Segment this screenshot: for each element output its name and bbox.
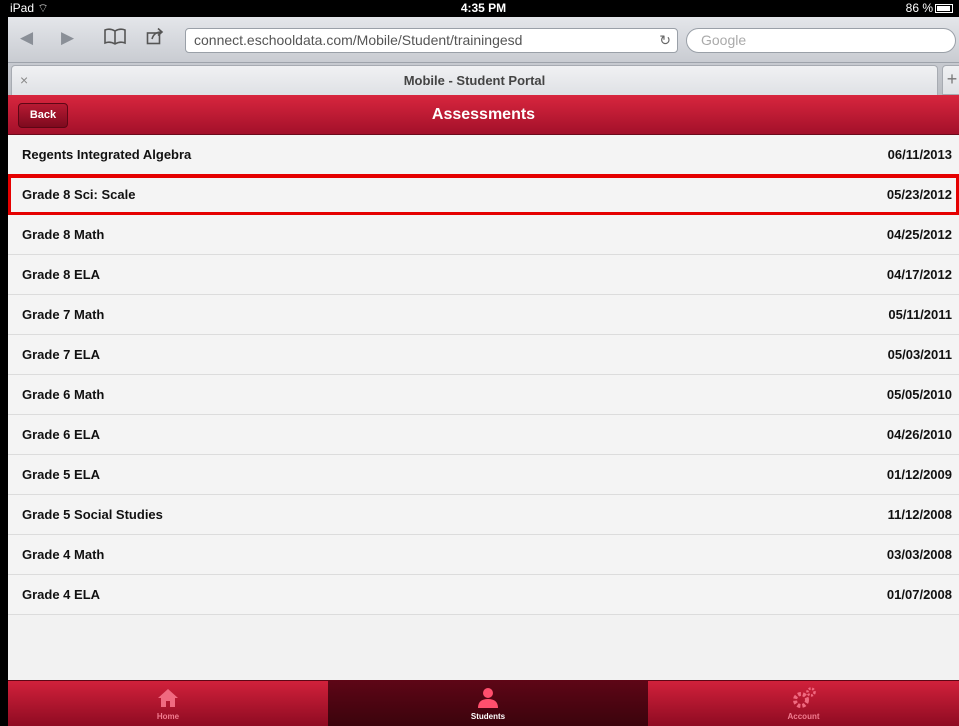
page-header: Assessments Back bbox=[8, 95, 959, 135]
battery-icon bbox=[935, 4, 953, 13]
forward-arrow-icon[interactable]: ▶ bbox=[61, 27, 74, 49]
assessment-date: 05/11/2011 bbox=[888, 307, 952, 322]
assessment-name: Grade 5 Social Studies bbox=[22, 507, 163, 522]
back-arrow-icon[interactable]: ◀ bbox=[20, 27, 33, 49]
assessment-date: 04/17/2012 bbox=[886, 267, 952, 282]
assessment-name: Grade 7 Math bbox=[22, 307, 105, 322]
assessment-name: Grade 8 Sci: Scale bbox=[22, 187, 136, 202]
share-icon[interactable] bbox=[146, 27, 166, 51]
list-item[interactable]: Grade 8 Math 04/25/2012 bbox=[8, 215, 959, 255]
reload-icon[interactable]: ↻ bbox=[659, 29, 671, 52]
new-tab-button[interactable]: + bbox=[942, 65, 959, 95]
person-icon bbox=[478, 688, 498, 708]
assessment-name: Grade 8 Math bbox=[22, 227, 105, 242]
url-field[interactable]: connect.eschooldata.com/Mobile/Student/t… bbox=[185, 28, 678, 53]
assessment-date: 01/07/2008 bbox=[886, 587, 952, 602]
list-item-highlighted[interactable]: Grade 8 Sci: Scale 05/23/2012 bbox=[8, 174, 959, 216]
assessment-date: 03/03/2008 bbox=[886, 547, 952, 562]
assessment-name: Grade 4 ELA bbox=[22, 587, 101, 602]
bottom-nav: Home Students Account bbox=[8, 680, 959, 726]
assessment-date: 06/11/2013 bbox=[887, 147, 952, 162]
assessment-date: 11/12/2008 bbox=[887, 507, 952, 522]
battery-percent: 86 % bbox=[905, 1, 933, 15]
clock: 4:35 PM bbox=[460, 1, 507, 15]
browser-tab[interactable]: × Mobile - Student Portal bbox=[11, 65, 938, 95]
bookmarks-icon[interactable] bbox=[104, 27, 126, 51]
assessment-date: 05/03/2011 bbox=[887, 347, 952, 362]
assessment-date: 05/23/2012 bbox=[886, 187, 952, 202]
status-bar: iPad ⌔ 4:35 PM 86 % bbox=[8, 0, 959, 17]
back-button[interactable]: Back bbox=[18, 103, 68, 128]
list-item[interactable]: Grade 7 Math 05/11/2011 bbox=[8, 295, 959, 335]
nav-students[interactable]: Students bbox=[328, 681, 648, 726]
battery-status: 86 % bbox=[906, 0, 953, 17]
assessment-name: Grade 5 ELA bbox=[22, 467, 101, 482]
nav-students-label: Students bbox=[470, 712, 506, 721]
gears-icon bbox=[792, 687, 816, 708]
assessment-name: Grade 8 ELA bbox=[22, 267, 101, 282]
list-item[interactable]: Grade 5 ELA 01/12/2009 bbox=[8, 455, 959, 495]
list-item[interactable]: Grade 8 ELA 04/17/2012 bbox=[8, 255, 959, 295]
assessment-name: Regents Integrated Algebra bbox=[22, 147, 192, 162]
list-item[interactable]: Grade 5 Social Studies 11/12/2008 bbox=[8, 495, 959, 535]
search-placeholder: Google bbox=[701, 32, 747, 48]
list-item[interactable]: Grade 4 Math 03/03/2008 bbox=[8, 535, 959, 575]
page-title: Assessments bbox=[431, 106, 536, 123]
home-icon bbox=[158, 689, 178, 707]
browser-toolbar: ◀ ▶ connect.eschooldata.com/Mobile/Stude… bbox=[8, 17, 959, 63]
nav-home-label: Home bbox=[156, 712, 180, 721]
nav-account-label: Account bbox=[787, 712, 820, 721]
nav-home[interactable]: Home bbox=[8, 681, 328, 726]
assessment-name: Grade 4 Math bbox=[22, 547, 105, 562]
list-item[interactable]: Grade 4 ELA 01/07/2008 bbox=[8, 575, 959, 615]
search-field[interactable]: Google bbox=[686, 28, 956, 53]
assessment-date: 04/26/2010 bbox=[886, 427, 952, 442]
list-item[interactable]: Grade 6 Math 05/05/2010 bbox=[8, 375, 959, 415]
assessment-date: 04/25/2012 bbox=[886, 227, 952, 242]
browser-tab-bar: × Mobile - Student Portal + bbox=[8, 63, 959, 95]
assessment-name: Grade 7 ELA bbox=[22, 347, 101, 362]
ipad-screen: iPad ⌔ 4:35 PM 86 % ◀ ▶ connect.eschoold… bbox=[8, 0, 959, 726]
assessment-name: Grade 6 Math bbox=[22, 387, 105, 402]
list-item[interactable]: Regents Integrated Algebra 06/11/2013 bbox=[8, 135, 959, 175]
tab-title: Mobile - Student Portal bbox=[403, 73, 546, 88]
assessment-name: Grade 6 ELA bbox=[22, 427, 101, 442]
list-item[interactable]: Grade 6 ELA 04/26/2010 bbox=[8, 415, 959, 455]
assessment-date: 01/12/2009 bbox=[886, 467, 952, 482]
assessment-date: 05/05/2010 bbox=[886, 387, 952, 402]
list-item[interactable]: Grade 7 ELA 05/03/2011 bbox=[8, 335, 959, 375]
url-text: connect.eschooldata.com/Mobile/Student/t… bbox=[194, 32, 523, 48]
assessments-list: Regents Integrated Algebra 06/11/2013 Gra… bbox=[8, 135, 959, 615]
nav-account[interactable]: Account bbox=[648, 681, 959, 726]
